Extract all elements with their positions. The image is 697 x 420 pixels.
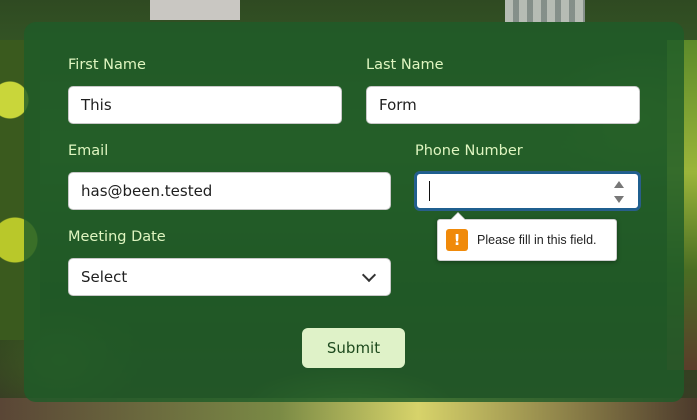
validation-tooltip: ! Please fill in this field. xyxy=(437,212,617,261)
warning-icon: ! xyxy=(446,229,468,251)
background-railing xyxy=(505,0,585,22)
first-name-field[interactable]: This xyxy=(68,86,342,124)
meeting-date-select[interactable]: Select xyxy=(68,258,391,296)
first-name-label: First Name xyxy=(68,57,146,73)
chevron-down-icon xyxy=(361,267,377,282)
email-field[interactable]: has@been.tested xyxy=(68,172,391,210)
last-name-value: Form xyxy=(379,96,417,114)
background-house xyxy=(150,0,240,20)
email-label: Email xyxy=(68,143,109,159)
validation-message: Please fill in this field. xyxy=(477,233,597,247)
number-spinner[interactable] xyxy=(613,181,625,203)
meeting-date-selected: Select xyxy=(81,268,128,286)
first-name-value: This xyxy=(81,96,112,114)
submit-button[interactable]: Submit xyxy=(302,328,405,368)
last-name-label: Last Name xyxy=(366,57,444,73)
phone-number-field[interactable] xyxy=(415,172,640,210)
last-name-field[interactable]: Form xyxy=(366,86,640,124)
text-caret xyxy=(429,181,430,201)
meeting-date-label: Meeting Date xyxy=(68,229,166,245)
spin-up-icon[interactable] xyxy=(614,181,624,188)
phone-number-label: Phone Number xyxy=(415,143,523,159)
spin-down-icon[interactable] xyxy=(614,196,624,203)
email-value: has@been.tested xyxy=(81,182,213,200)
